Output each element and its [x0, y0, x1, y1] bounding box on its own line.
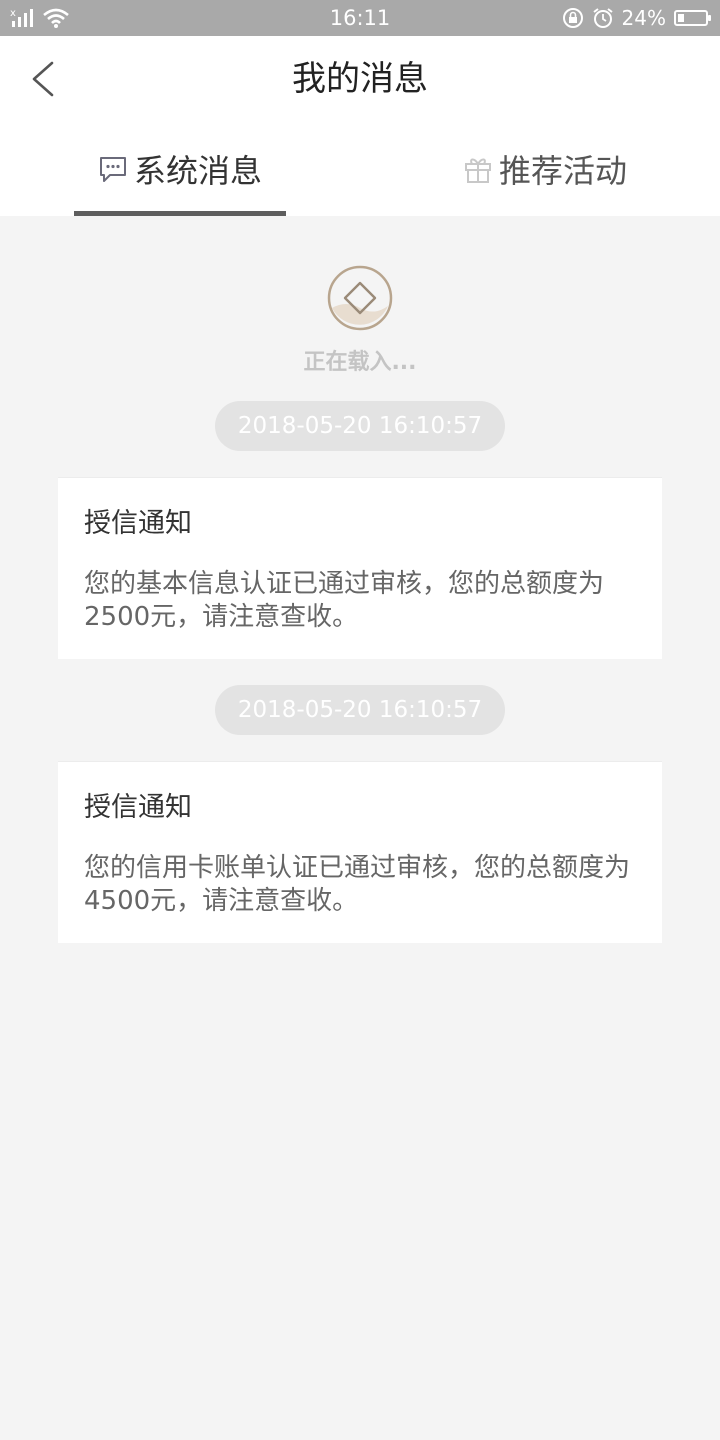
battery-percent: 24%	[621, 6, 666, 30]
loading-icon	[327, 265, 393, 331]
tab-recommended-activities[interactable]: 推荐活动	[430, 122, 660, 216]
gift-icon	[464, 158, 491, 183]
tab-bar: 系统消息 推荐活动	[0, 122, 720, 216]
message-body: 您的基本信息认证已通过审核，您的总额度为2500元，请注意查收。	[84, 569, 605, 632]
message-card[interactable]: 授信通知 您的基本信息认证已通过审核，您的总额度为2500元，请注意查收。	[58, 477, 662, 659]
status-right: 24%	[562, 0, 711, 36]
tab-system-messages-label: 系统消息	[133, 152, 262, 190]
active-tab-indicator	[74, 211, 286, 216]
battery-icon	[674, 10, 711, 26]
rotation-lock-icon	[562, 8, 583, 28]
battery-fill	[678, 14, 685, 22]
message-title: 授信通知	[84, 792, 192, 823]
chat-bubble-icon	[99, 157, 126, 182]
nav-bar: 我的消息	[0, 36, 720, 122]
status-bar: x 16:11 24%	[0, 0, 720, 36]
loading-text: 正在载入...	[303, 350, 417, 375]
message-body: 您的信用卡账单认证已通过审核，您的总额度为4500元，请注意查收。	[84, 853, 631, 916]
loading-indicator: 正在载入...	[0, 264, 720, 376]
tab-recommended-activities-label: 推荐活动	[498, 152, 627, 190]
message-timestamp: 2018-05-20 16:10:57	[215, 685, 505, 735]
chevron-left-icon	[32, 61, 54, 97]
back-button[interactable]	[18, 54, 68, 104]
alarm-icon	[592, 8, 613, 28]
message-title: 授信通知	[84, 508, 192, 539]
page-title: 我的消息	[292, 59, 428, 99]
message-timestamp: 2018-05-20 16:10:57	[215, 401, 505, 451]
tab-system-messages[interactable]: 系统消息	[74, 122, 286, 216]
message-card[interactable]: 授信通知 您的信用卡账单认证已通过审核，您的总额度为4500元，请注意查收。	[58, 761, 662, 943]
